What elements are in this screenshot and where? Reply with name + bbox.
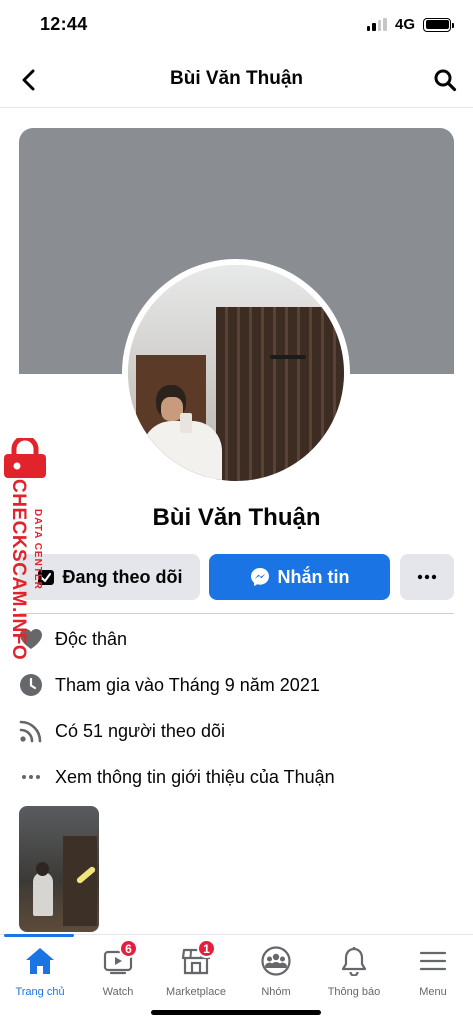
profile-actions: Đang theo dõi Nhắn tin xyxy=(19,554,454,600)
profile-name: Bùi Văn Thuận xyxy=(152,504,321,531)
notification-badge: 1 xyxy=(197,939,216,958)
menu-icon xyxy=(415,943,451,979)
watermark: DATA CENTER CHECKSCAM.INFO xyxy=(2,438,52,664)
search-button[interactable] xyxy=(431,66,459,94)
tab-label: Trang chủ xyxy=(15,986,65,998)
following-button-label: Đang theo dõi xyxy=(62,566,183,587)
photo-thumbnail[interactable] xyxy=(19,806,99,932)
profile-picture[interactable] xyxy=(122,259,350,487)
battery-icon xyxy=(423,17,454,32)
bell-icon xyxy=(336,943,372,979)
watch-icon: 6 xyxy=(100,939,138,979)
message-button[interactable]: Nhắn tin xyxy=(209,554,390,600)
tab-menu[interactable]: Menu xyxy=(393,943,473,1003)
watermark-text: DATA CENTER CHECKSCAM.INFO xyxy=(7,479,43,679)
section-divider xyxy=(19,613,454,614)
info-followers[interactable]: Có 51 người theo dõi xyxy=(19,717,459,745)
tab-home[interactable]: Trang chủ xyxy=(0,943,80,1003)
lock-icon xyxy=(4,438,46,478)
ellipsis-horizontal-icon xyxy=(417,574,437,580)
tab-label: Thông báo xyxy=(327,986,381,998)
bottom-tab-bar: Trang chủ 6 Watch 1 Marketplace Nhóm Thô… xyxy=(0,934,473,1024)
tab-marketplace[interactable]: 1 Marketplace xyxy=(156,939,236,1003)
home-indicator xyxy=(151,1010,321,1015)
avatar-photo xyxy=(128,265,344,481)
info-joined: Tham gia vào Tháng 9 năm 2021 xyxy=(19,671,459,699)
tab-notifications[interactable]: Thông báo xyxy=(314,943,394,1003)
info-about-link[interactable]: Xem thông tin giới thiệu của Thuận xyxy=(19,763,459,791)
ellipsis-icon xyxy=(19,765,43,789)
search-icon xyxy=(434,69,457,92)
info-text: Có 51 người theo dõi xyxy=(55,720,225,741)
status-time: 12:44 xyxy=(40,14,88,34)
info-relationship: Độc thân xyxy=(19,625,459,653)
status-bar: 12:44 4G xyxy=(0,0,473,52)
tab-groups[interactable]: Nhóm xyxy=(236,943,316,1003)
message-button-label: Nhắn tin xyxy=(277,566,350,587)
tab-label: Menu xyxy=(419,986,447,998)
watermark-subtitle: DATA CENTER xyxy=(32,509,43,590)
info-text: Độc thân xyxy=(55,628,128,649)
groups-icon xyxy=(258,943,294,979)
home-icon xyxy=(22,943,58,979)
messenger-icon xyxy=(250,568,269,586)
status-indicators: 4G xyxy=(366,16,454,33)
marketplace-icon: 1 xyxy=(178,939,216,979)
info-text: Tham gia vào Tháng 9 năm 2021 xyxy=(55,674,320,695)
notification-badge: 6 xyxy=(119,939,138,958)
signal-icon xyxy=(366,18,387,31)
page-title: Bùi Văn Thuận xyxy=(170,68,303,89)
tab-label: Nhóm xyxy=(261,986,291,998)
network-type: 4G xyxy=(394,16,415,33)
profile-header: Bùi Văn Thuận xyxy=(0,52,473,108)
info-text: Xem thông tin giới thiệu của Thuận xyxy=(55,766,335,787)
tab-watch[interactable]: 6 Watch xyxy=(78,939,158,1003)
active-tab-indicator xyxy=(4,934,74,937)
more-options-button[interactable] xyxy=(400,554,454,600)
tab-label: Marketplace xyxy=(166,986,226,998)
watermark-title: CHECKSCAM.INFO xyxy=(8,479,29,661)
tab-label: Watch xyxy=(102,986,134,998)
rss-icon xyxy=(19,719,43,743)
